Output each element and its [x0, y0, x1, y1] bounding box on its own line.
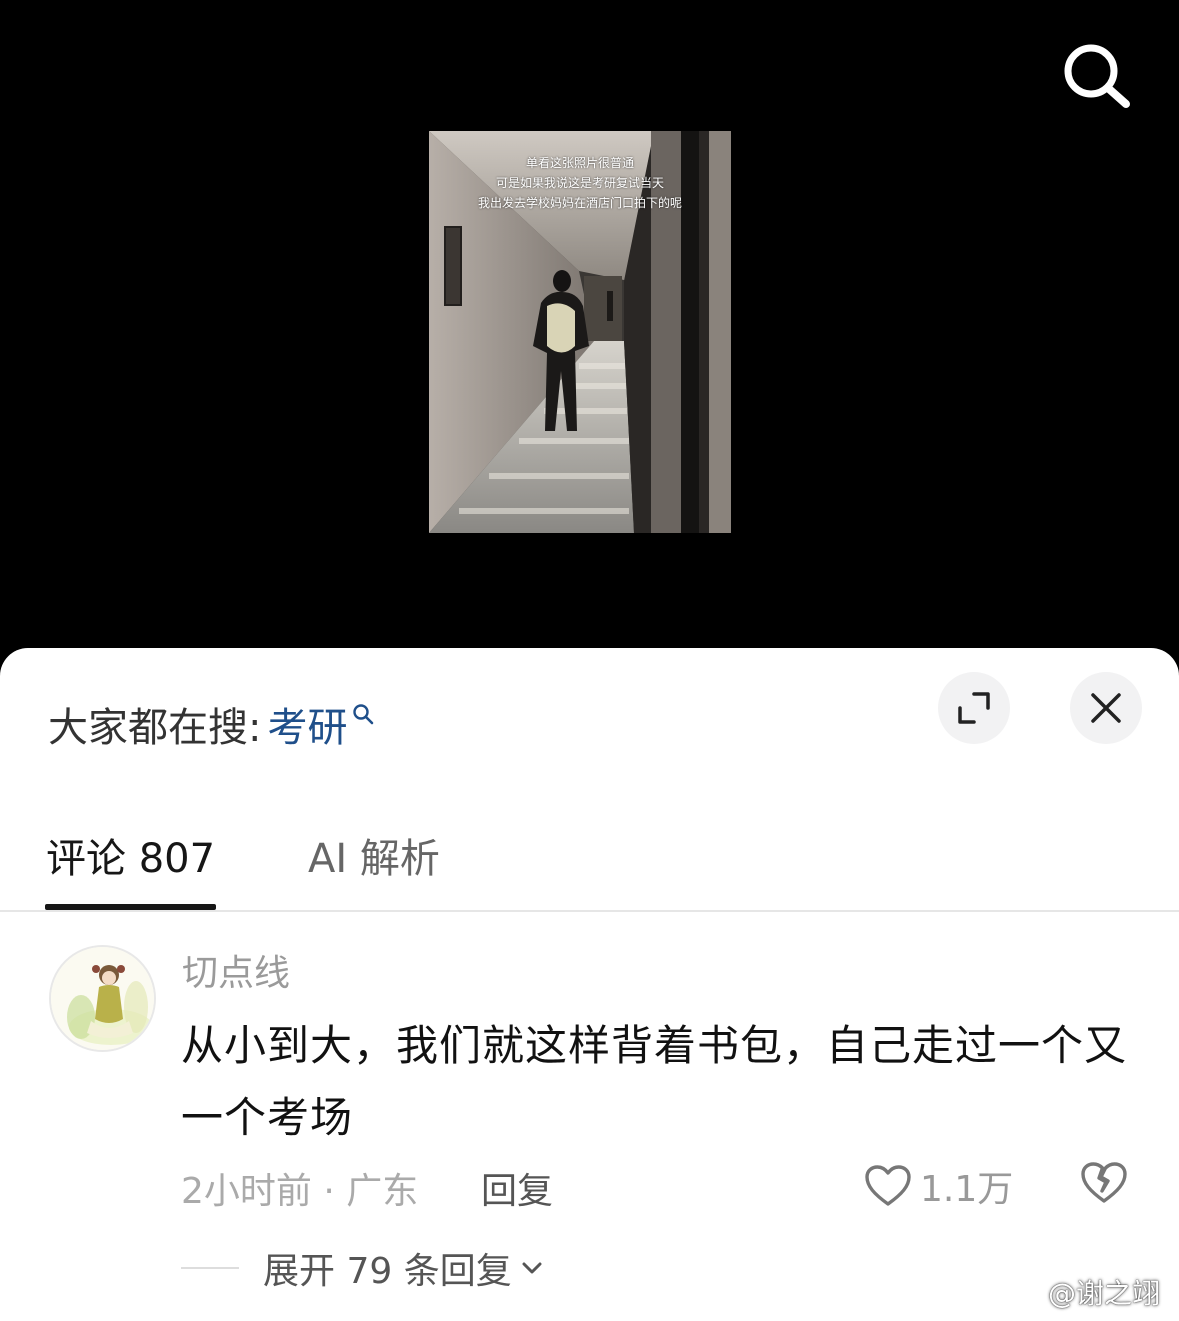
chevron-down-icon	[522, 1262, 542, 1274]
active-tab-indicator	[45, 904, 216, 910]
tab-ai-analysis[interactable]: AI 解析	[308, 826, 440, 884]
like-button[interactable]: 1.1万	[864, 1160, 1013, 1212]
hot-search-label: 大家都在搜:	[48, 705, 262, 751]
caption-line: 单看这张照片很普通	[525, 156, 634, 170]
search-icon	[353, 704, 374, 725]
caption-line: 可是如果我说这是考研复试当天	[495, 176, 664, 190]
like-count: 1.1万	[920, 1169, 1014, 1210]
tab-comments[interactable]: 评论 807	[46, 826, 215, 884]
video-thumbnail[interactable]: 单看这张照片很普通 可是如果我说这是考研复试当天 我出发去学校妈妈在酒店门口拍下…	[429, 131, 731, 533]
dislike-button[interactable]	[1080, 1160, 1128, 1208]
search-button[interactable]	[1058, 38, 1136, 116]
expand-button[interactable]	[938, 672, 1010, 744]
weibo-watermark: @谢之翊	[1000, 1272, 1160, 1312]
hot-search-term[interactable]: 考研	[267, 695, 347, 753]
reply-button[interactable]: 回复	[481, 1162, 553, 1214]
expand-replies-label: 展开 79 条回复	[263, 1251, 512, 1292]
avatar[interactable]	[49, 945, 156, 1052]
expand-replies-button[interactable]: 展开 79 条回复	[181, 1242, 546, 1294]
watermark-text: @谢之翊	[1048, 1277, 1161, 1310]
broken-heart-icon	[1081, 1162, 1127, 1203]
divider-line	[181, 1267, 239, 1269]
caption-line: 我出发去学校妈妈在酒店门口拍下的呢	[477, 196, 682, 210]
comment-meta: 2小时前 · 广东	[181, 1171, 419, 1212]
close-icon	[1091, 693, 1121, 723]
comment-username[interactable]: 切点线	[182, 944, 290, 996]
heart-icon	[865, 1165, 911, 1206]
hot-search-link[interactable]: 大家都在搜: 考研	[48, 694, 375, 754]
tab-bar: 评论 807 AI 解析	[0, 818, 1179, 912]
comment-text: 从小到大，我们就这样背着书包，自己走过一个又一个考场	[181, 1021, 1128, 1142]
video-player[interactable]: 单看这张照片很普通 可是如果我说这是考研复试当天 我出发去学校妈妈在酒店门口拍下…	[0, 0, 1179, 680]
weibo-logo-icon	[1001, 1275, 1044, 1308]
expand-icon	[958, 692, 990, 724]
close-button[interactable]	[1070, 672, 1142, 744]
search-icon	[1064, 44, 1130, 108]
avatar-image	[51, 947, 154, 1050]
video-caption: 单看这张照片很普通 可是如果我说这是考研复试当天 我出发去学校妈妈在酒店门口拍下…	[429, 153, 731, 213]
comment-sheet: 大家都在搜: 考研 评论 807 AI 解析 切点线 从小到大，我们就这样背着书…	[0, 648, 1179, 1321]
